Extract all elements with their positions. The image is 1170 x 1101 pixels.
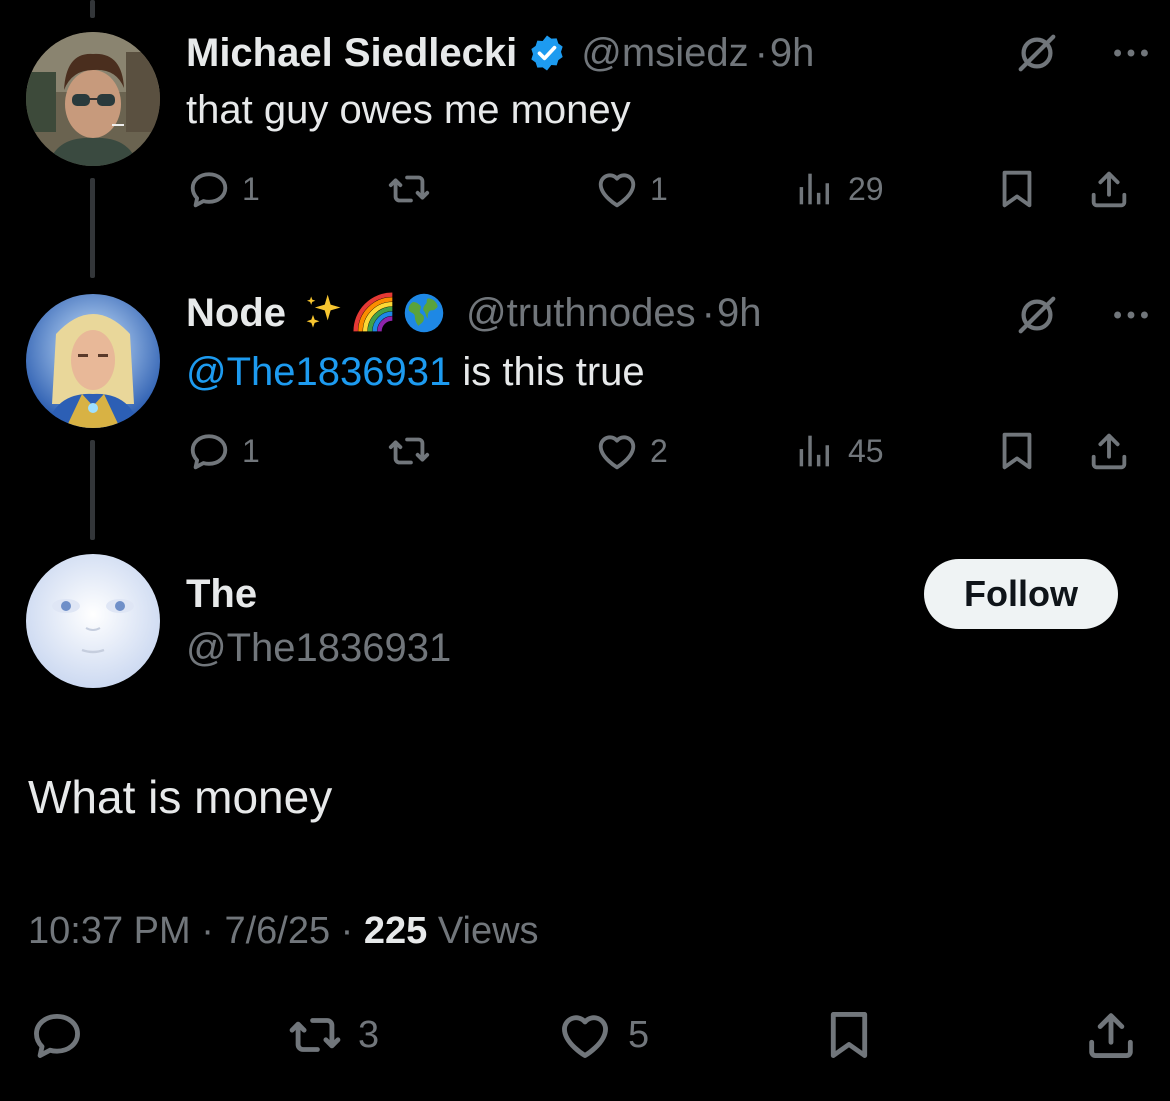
tweet-2-header: Node @truthnodes · 9h xyxy=(186,286,761,340)
retweet-button[interactable] xyxy=(386,166,442,212)
reply-icon xyxy=(186,166,232,212)
reply-icon xyxy=(28,1006,86,1064)
avatar-the[interactable] xyxy=(26,554,160,688)
views-count: 45 xyxy=(848,432,884,469)
views-total: 225 xyxy=(363,910,428,952)
dot-separator: · xyxy=(701,290,715,335)
views-button[interactable]: 45 xyxy=(792,428,884,474)
tweet-1-top-actions xyxy=(1014,30,1154,76)
retweet-icon xyxy=(386,428,432,474)
like-button[interactable]: 1 xyxy=(594,166,668,212)
reply-button[interactable]: 1 xyxy=(186,428,260,474)
grok-icon[interactable] xyxy=(1014,30,1060,76)
retweet-icon xyxy=(286,1006,344,1064)
tweet-time[interactable]: 9h xyxy=(770,31,815,76)
share-icon xyxy=(1082,1006,1140,1064)
tweet-time[interactable]: 9h xyxy=(717,291,762,336)
bookmark-icon xyxy=(994,428,1040,474)
dot-separator: · xyxy=(190,910,225,952)
avatar-michael[interactable] xyxy=(26,32,160,166)
share-icon xyxy=(1086,428,1132,474)
retweet-icon xyxy=(386,166,432,212)
main-retweet-button[interactable]: 3 xyxy=(286,1006,379,1064)
tweet-meta: 10:37 PM · 7/6/25 · 225 Views xyxy=(28,910,539,953)
main-like-count: 5 xyxy=(628,1013,650,1056)
views-label: Views xyxy=(437,910,539,952)
globe-emoji xyxy=(402,291,446,335)
main-share-button[interactable] xyxy=(1082,1006,1140,1064)
verified-badge-icon xyxy=(527,33,567,73)
mention-link[interactable]: @The1836931 xyxy=(186,350,451,394)
avatar-node[interactable] xyxy=(26,294,160,428)
tweet-date[interactable]: 7/6/25 xyxy=(224,910,330,952)
like-icon xyxy=(594,166,640,212)
share-button[interactable] xyxy=(1086,166,1132,212)
sparkles-emoji xyxy=(302,291,346,335)
views-icon xyxy=(792,166,838,212)
tweet-2-top-actions xyxy=(1014,292,1154,338)
tweet-timestamp[interactable]: 10:37 PM xyxy=(28,910,191,952)
tweet-2-body: is this true xyxy=(451,350,645,394)
dot-separator: · xyxy=(330,910,364,952)
reply-icon xyxy=(186,428,232,474)
views-button[interactable]: 29 xyxy=(792,166,884,212)
author-name[interactable]: Michael Siedlecki xyxy=(186,31,517,76)
like-icon xyxy=(594,428,640,474)
main-author-name[interactable]: The xyxy=(186,572,257,617)
thread-line-2 xyxy=(90,440,95,540)
bookmark-icon xyxy=(994,166,1040,212)
main-retweet-count: 3 xyxy=(358,1013,380,1056)
share-icon xyxy=(1086,166,1132,212)
retweet-button[interactable] xyxy=(386,428,442,474)
main-reply-button[interactable] xyxy=(28,1006,86,1064)
like-count: 1 xyxy=(650,170,668,207)
bookmark-button[interactable] xyxy=(994,428,1040,474)
follow-button[interactable]: Follow xyxy=(924,559,1118,629)
grok-icon[interactable] xyxy=(1014,292,1060,338)
views-count: 29 xyxy=(848,170,884,207)
tweet-2-text: @The1836931 is this true xyxy=(186,350,645,395)
more-icon[interactable] xyxy=(1108,292,1154,338)
share-button[interactable] xyxy=(1086,428,1132,474)
tweet-1-text: that guy owes me money xyxy=(186,88,631,132)
reply-button[interactable]: 1 xyxy=(186,166,260,212)
thread-line-1 xyxy=(90,178,95,278)
tweet-2-actions: 1 2 45 xyxy=(186,428,1136,478)
author-name[interactable]: Node xyxy=(186,291,286,336)
main-author-handle[interactable]: @The1836931 xyxy=(186,626,451,671)
like-button[interactable]: 2 xyxy=(594,428,668,474)
dot-separator: · xyxy=(754,30,768,75)
main-like-button[interactable]: 5 xyxy=(556,1006,649,1064)
like-count: 2 xyxy=(650,432,668,469)
bookmark-button[interactable] xyxy=(994,166,1040,212)
reply-count: 1 xyxy=(242,432,260,469)
views-icon xyxy=(792,428,838,474)
rainbow-emoji xyxy=(352,291,396,335)
bookmark-icon xyxy=(820,1006,878,1064)
author-handle[interactable]: @msiedz xyxy=(581,31,748,76)
author-handle[interactable]: @truthnodes xyxy=(466,291,696,336)
main-tweet-text: What is money xyxy=(28,771,333,823)
thread-line-top xyxy=(90,0,95,18)
main-bookmark-button[interactable] xyxy=(820,1006,878,1064)
tweet-1-header: Michael Siedlecki @msiedz · 9h xyxy=(186,26,814,80)
like-icon xyxy=(556,1006,614,1064)
tweet-1-actions: 1 1 29 xyxy=(186,166,1136,216)
reply-count: 1 xyxy=(242,170,260,207)
more-icon[interactable] xyxy=(1108,30,1154,76)
